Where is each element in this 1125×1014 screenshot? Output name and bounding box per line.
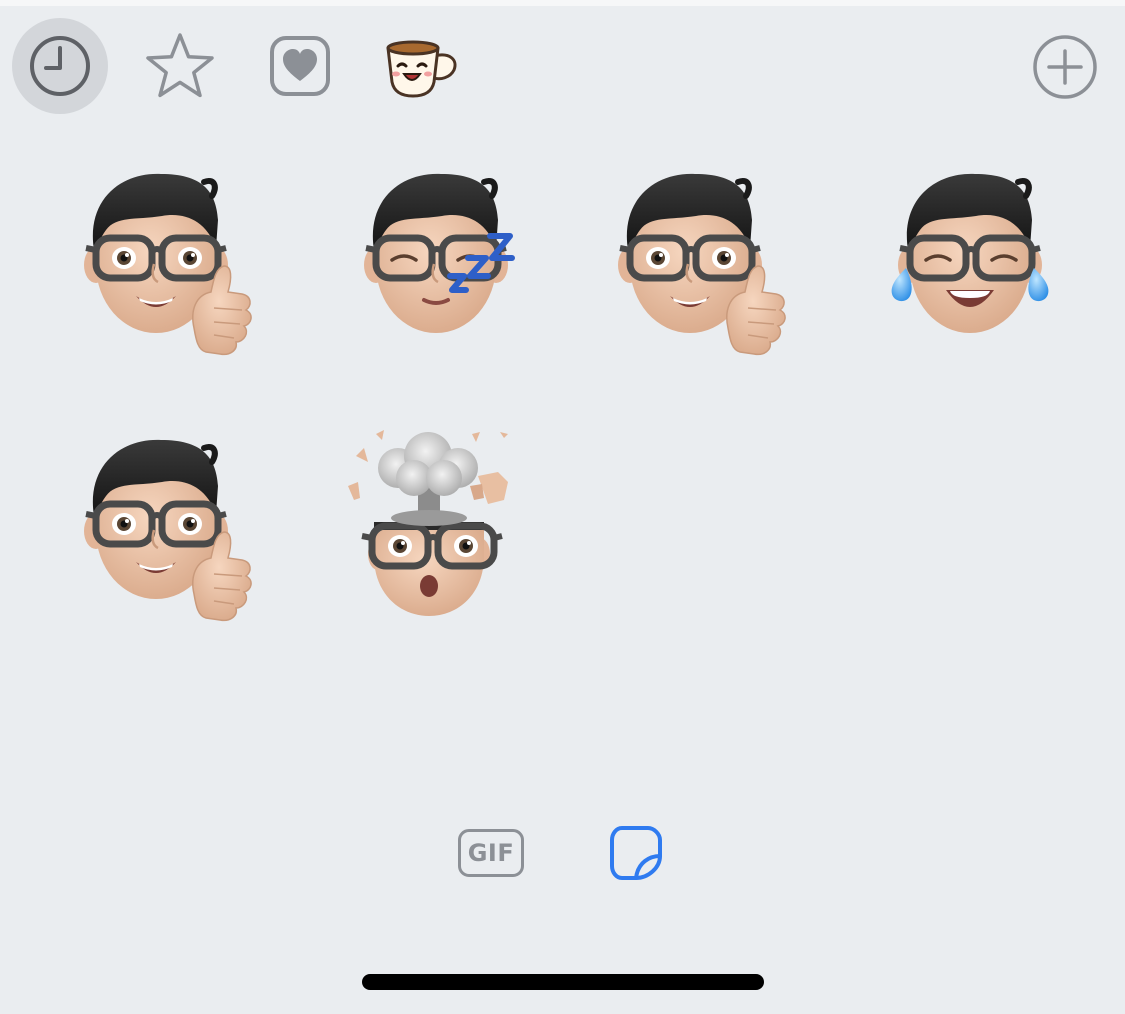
gif-mode-button[interactable]: GIF [458, 829, 524, 877]
memoji-sleeping-image [346, 160, 515, 333]
tab-memoji[interactable] [262, 28, 338, 104]
coffee-cup-icon [386, 40, 457, 98]
clock-icon [30, 36, 90, 96]
sticker-memoji-sleeping[interactable] [346, 160, 546, 360]
plus-circle-icon [1033, 35, 1097, 99]
tab-favorites[interactable] [140, 26, 220, 106]
sticker-memoji-tears-of-joy[interactable] [880, 160, 1080, 360]
gif-label: GIF [467, 839, 515, 867]
star-icon [146, 33, 214, 98]
sticker-icon [610, 826, 662, 880]
memoji-thumbs-up-image [66, 426, 266, 626]
home-indicator[interactable] [362, 974, 764, 990]
memoji-thumbs-up-image [66, 160, 266, 360]
memoji-thumbs-up-image [600, 160, 800, 360]
sticker-memoji-mind-blown[interactable] [338, 426, 538, 626]
sticker-memoji-thumbs-up[interactable] [600, 160, 800, 360]
sticker-memoji-thumbs-up[interactable] [66, 426, 266, 626]
sticker-memoji-thumbs-up[interactable] [66, 160, 266, 360]
top-separator [0, 0, 1125, 6]
heart-square-icon [270, 36, 330, 96]
sticker-mode-button[interactable] [604, 822, 666, 884]
tab-recent[interactable] [12, 18, 108, 114]
tab-coffee-sticker-pack[interactable] [380, 34, 460, 100]
add-sticker-button[interactable] [1028, 30, 1102, 104]
memoji-tears-of-joy-image [891, 160, 1049, 333]
memoji-mind-blown-image [348, 430, 508, 616]
